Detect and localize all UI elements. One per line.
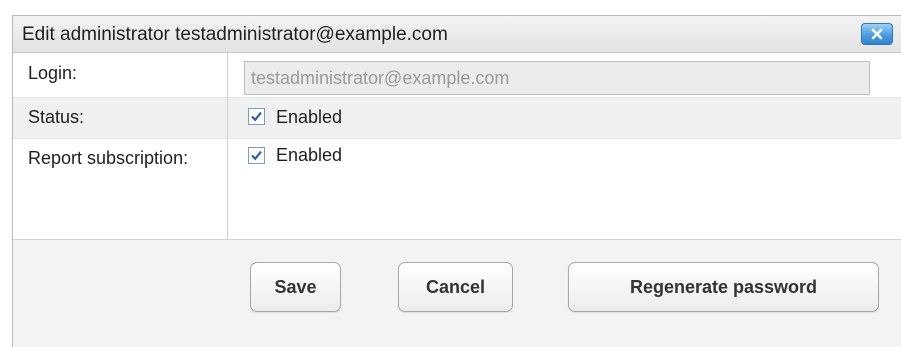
report-subscription-enabled-label: Enabled: [276, 145, 343, 165]
report-subscription-checkbox[interactable]: [248, 147, 265, 164]
edit-administrator-dialog: Edit administrator testadministrator@exa…: [12, 15, 901, 347]
close-button[interactable]: [861, 23, 893, 45]
dialog-footer: Save Cancel Regenerate password: [13, 239, 901, 347]
save-button[interactable]: Save: [250, 262, 341, 312]
checkmark-icon: [251, 150, 262, 161]
login-field[interactable]: [244, 61, 870, 95]
dialog-title: Edit administrator testadministrator@exa…: [22, 24, 448, 45]
label-column-divider: [13, 53, 228, 239]
regenerate-password-button[interactable]: Regenerate password: [568, 262, 879, 312]
status-enabled-checkbox[interactable]: [248, 108, 265, 125]
dialog-titlebar: Edit administrator testadministrator@exa…: [13, 16, 901, 53]
status-enabled-label: Enabled: [276, 107, 343, 127]
administrator-form: Login: Status: Enabled Report subscripti…: [13, 53, 901, 239]
checkmark-icon: [251, 111, 262, 122]
cancel-button[interactable]: Cancel: [398, 262, 513, 312]
close-icon: [871, 28, 883, 40]
